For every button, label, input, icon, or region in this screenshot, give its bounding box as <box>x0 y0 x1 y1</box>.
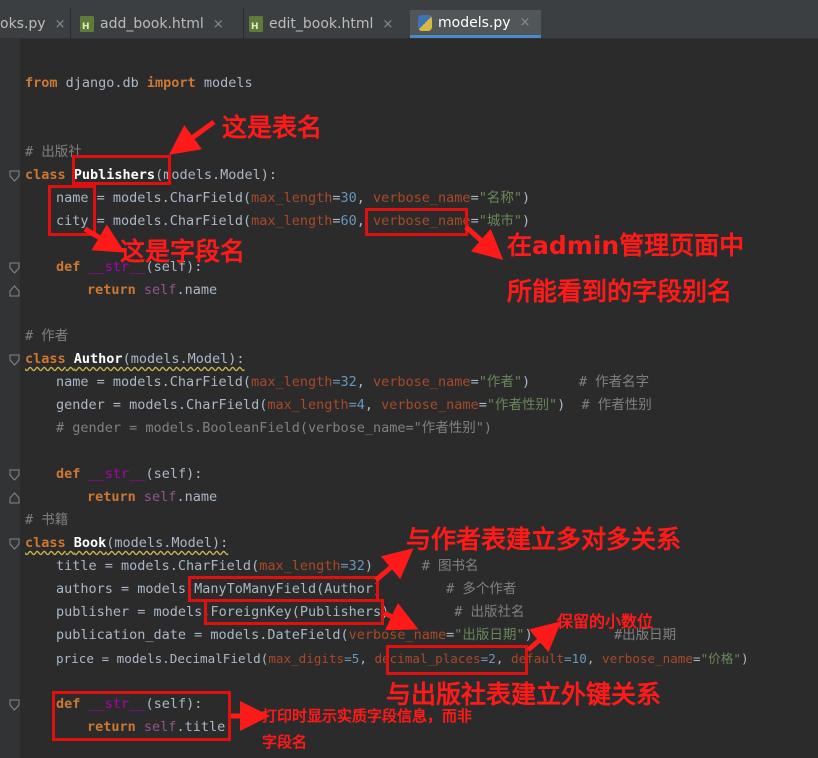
annotation-decimal: 保留的小数位 <box>557 612 654 631</box>
annotation-admin-line1: 在admin管理页面中 <box>507 231 745 260</box>
arrow-to-decimal-note <box>526 621 562 653</box>
annotation-admin-line2: 所能看到的字段别名 <box>507 277 733 306</box>
annotation-print-line2: 字段名 <box>262 733 308 751</box>
annotation-arrows <box>83 119 562 731</box>
annotation-print-line1: 打印时显示实质字段信息，而非 <box>262 707 473 725</box>
arrow-to-table-name <box>168 119 216 155</box>
annotation-table-name: 这是表名 <box>222 113 323 142</box>
annotation-many-to-many: 与作者表建立多对多关系 <box>406 525 682 554</box>
arrow-to-m2m-note <box>374 548 414 582</box>
annotation-field-name: 这是字段名 <box>120 237 246 266</box>
arrow-to-fk-note <box>382 603 419 631</box>
arrow-to-admin-note <box>464 225 504 260</box>
arrow-to-field-name <box>83 224 125 253</box>
